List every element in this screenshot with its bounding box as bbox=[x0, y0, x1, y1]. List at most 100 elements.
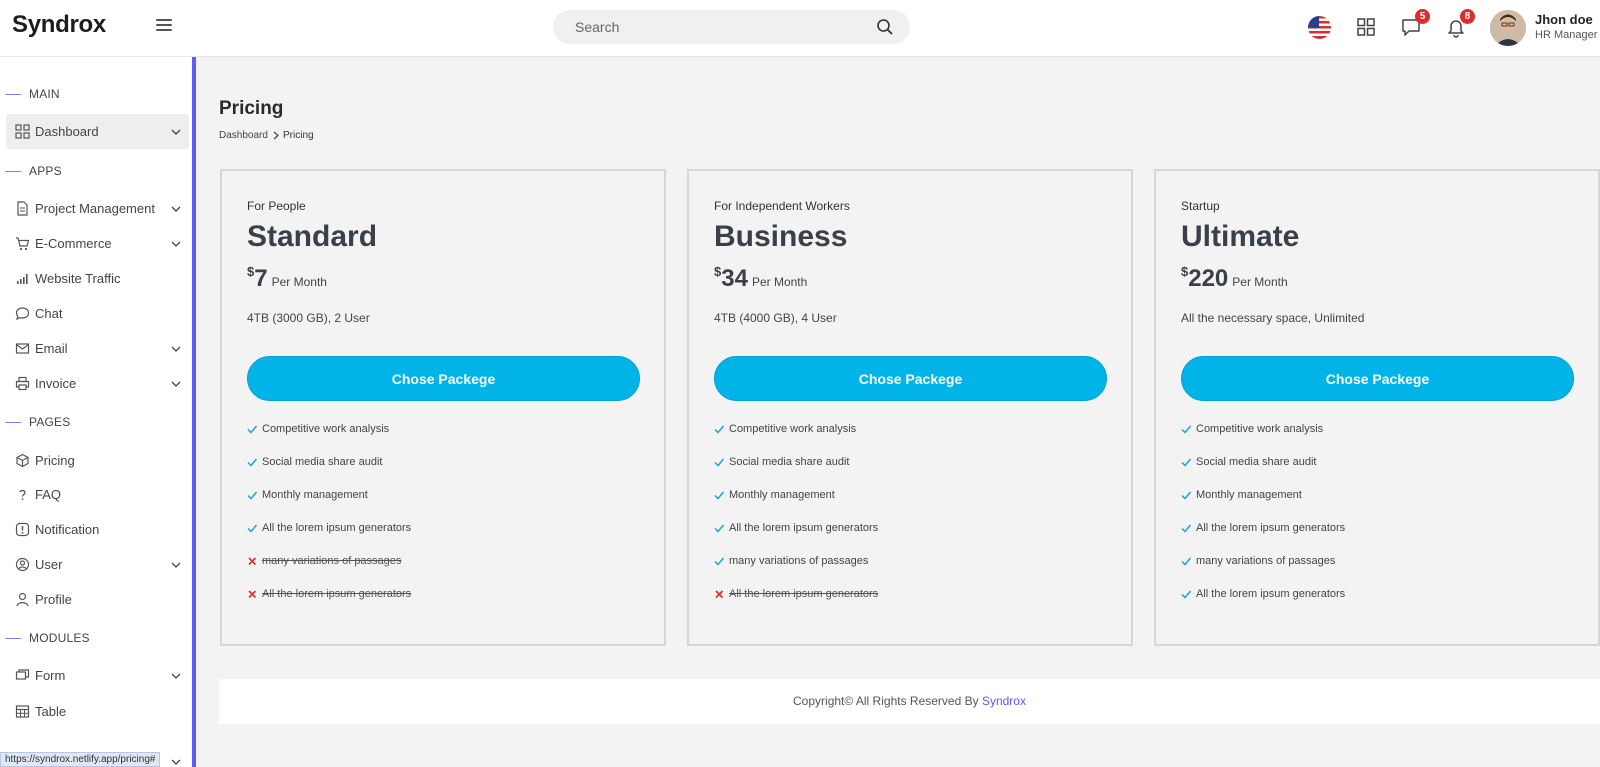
sidebar-item-label: Table bbox=[35, 704, 67, 719]
price-amount: 7 bbox=[254, 265, 268, 292]
printer-icon bbox=[15, 376, 30, 391]
feature-item: All the lorem ipsum generators bbox=[714, 587, 1104, 603]
feature-item: Monthly management bbox=[714, 488, 1104, 504]
choose-package-button[interactable]: Chose Packege bbox=[714, 356, 1107, 401]
check-icon bbox=[247, 425, 257, 434]
check-icon bbox=[714, 557, 724, 566]
sidebar-item-user[interactable]: User bbox=[6, 547, 189, 582]
sidebar-item-e-commerce[interactable]: E-Commerce bbox=[6, 226, 189, 261]
feature-item: All the lorem ipsum generators bbox=[1181, 587, 1571, 603]
sidebar: MAIN Dashboard APPS Project Management E… bbox=[0, 57, 196, 767]
user-circle-icon bbox=[15, 557, 30, 572]
sidebar-item-label: User bbox=[35, 557, 63, 572]
choose-package-button[interactable]: Chose Packege bbox=[1181, 356, 1574, 401]
feature-text: many variations of passages bbox=[729, 555, 869, 567]
sidebar-item-invoice[interactable]: Invoice bbox=[6, 366, 189, 401]
apps-grid-icon[interactable] bbox=[1355, 16, 1377, 38]
feature-item: Social media share audit bbox=[714, 455, 1104, 471]
pricing-card-ultimate: Startup Ultimate $220 Per Month All the nece… bbox=[1154, 169, 1600, 646]
price-period: Per Month bbox=[271, 275, 327, 289]
chevron-right-icon bbox=[273, 131, 279, 140]
cross-icon bbox=[248, 590, 257, 599]
check-icon bbox=[1181, 491, 1191, 500]
person-icon bbox=[16, 592, 29, 607]
check-icon bbox=[714, 524, 724, 533]
sidebar-item-label: Email bbox=[35, 341, 68, 356]
search-icon[interactable] bbox=[876, 18, 894, 36]
sidebar-item-website-traffic[interactable]: Website Traffic bbox=[6, 261, 189, 296]
sidebar-item-faq[interactable]: FAQ bbox=[6, 477, 189, 512]
page-title: Pricing bbox=[219, 98, 284, 119]
chat-bubble-icon bbox=[15, 307, 30, 321]
sidebar-item-email[interactable]: Email bbox=[6, 331, 189, 366]
breadcrumb-dashboard[interactable]: Dashboard bbox=[219, 130, 268, 141]
messages-button[interactable]: 5 bbox=[1400, 9, 1430, 38]
feature-item: All the lorem ipsum generators bbox=[247, 521, 637, 537]
sidebar-item-notification[interactable]: Notification bbox=[6, 512, 189, 547]
sidebar-item-label: Notification bbox=[35, 522, 100, 537]
feature-item: Competitive work analysis bbox=[1181, 422, 1571, 438]
notifications-button[interactable]: 8 bbox=[1445, 9, 1475, 38]
plan-storage: 4TB (4000 GB), 4 User bbox=[714, 311, 837, 325]
sidebar-item-form[interactable]: Form bbox=[6, 658, 189, 693]
brand-logo[interactable]: Syndrox bbox=[12, 11, 106, 39]
table-icon bbox=[15, 705, 30, 718]
feature-item: Social media share audit bbox=[247, 455, 637, 471]
check-icon bbox=[1181, 458, 1191, 467]
user-avatar[interactable] bbox=[1490, 10, 1526, 46]
chevron-down-icon bbox=[171, 346, 181, 352]
feature-item: All the lorem ipsum generators bbox=[1181, 521, 1571, 537]
messages-badge: 5 bbox=[1415, 9, 1430, 24]
check-icon bbox=[1181, 524, 1191, 533]
price-amount: 220 bbox=[1188, 265, 1229, 292]
sidebar-item-dashboard[interactable]: Dashboard bbox=[6, 114, 189, 149]
plan-name: Business bbox=[714, 220, 848, 253]
sidebar-item-chat[interactable]: Chat bbox=[6, 296, 189, 331]
feature-text: Competitive work analysis bbox=[1196, 423, 1324, 435]
cross-icon bbox=[715, 590, 724, 599]
feature-item: Social media share audit bbox=[1181, 455, 1571, 471]
sidebar-item-label: Dashboard bbox=[35, 124, 99, 139]
feature-text: many variations of passages bbox=[1196, 555, 1336, 567]
feature-text: All the lorem ipsum generators bbox=[729, 588, 879, 600]
pricing-card-standard: For People Standard $7 Per Month 4TB (3000 G… bbox=[220, 169, 666, 646]
plan-storage: 4TB (3000 GB), 2 User bbox=[247, 311, 370, 325]
feature-item: Monthly management bbox=[1181, 488, 1571, 504]
cross-icon bbox=[248, 557, 257, 566]
chevron-down-icon bbox=[171, 206, 181, 212]
chevron-down-icon bbox=[171, 673, 181, 679]
feature-item: Competitive work analysis bbox=[247, 422, 637, 438]
sidebar-item-profile[interactable]: Profile bbox=[6, 582, 189, 617]
copyright-text: Copyright© All Rights Reserved By Syndro… bbox=[793, 694, 1026, 708]
form-icon bbox=[15, 669, 30, 680]
chevron-down-icon bbox=[171, 381, 181, 387]
feature-item: Monthly management bbox=[247, 488, 637, 504]
search-input[interactable] bbox=[575, 10, 855, 44]
sidebar-item-table[interactable]: Table bbox=[6, 694, 189, 729]
check-icon bbox=[1181, 590, 1191, 599]
footer-brand-link[interactable]: Syndrox bbox=[982, 694, 1026, 708]
check-icon bbox=[247, 491, 257, 500]
hamburger-menu-icon[interactable] bbox=[156, 19, 172, 35]
choose-package-button[interactable]: Chose Packege bbox=[247, 356, 640, 401]
document-icon bbox=[17, 201, 28, 216]
feature-text: Monthly management bbox=[262, 489, 368, 501]
check-icon bbox=[714, 458, 724, 467]
check-icon bbox=[714, 491, 724, 500]
status-bar-url: https://syndrox.netlify.app/pricing# bbox=[0, 752, 161, 767]
chevron-down-icon[interactable] bbox=[171, 757, 181, 767]
chevron-down-icon bbox=[171, 129, 181, 135]
feature-item: many variations of passages bbox=[247, 554, 637, 570]
package-icon bbox=[16, 453, 29, 468]
mail-icon bbox=[15, 343, 30, 354]
feature-text: Competitive work analysis bbox=[262, 423, 390, 435]
chevron-down-icon bbox=[171, 241, 181, 247]
us-flag-icon[interactable] bbox=[1308, 16, 1331, 39]
sidebar-item-project-management[interactable]: Project Management bbox=[6, 191, 189, 226]
breadcrumb-pricing: Pricing bbox=[283, 130, 314, 141]
search-box bbox=[553, 10, 910, 44]
cart-icon bbox=[16, 237, 30, 251]
grid-icon bbox=[15, 124, 30, 139]
user-name[interactable]: Jhon doe bbox=[1535, 12, 1593, 27]
sidebar-item-pricing[interactable]: Pricing bbox=[6, 443, 189, 478]
